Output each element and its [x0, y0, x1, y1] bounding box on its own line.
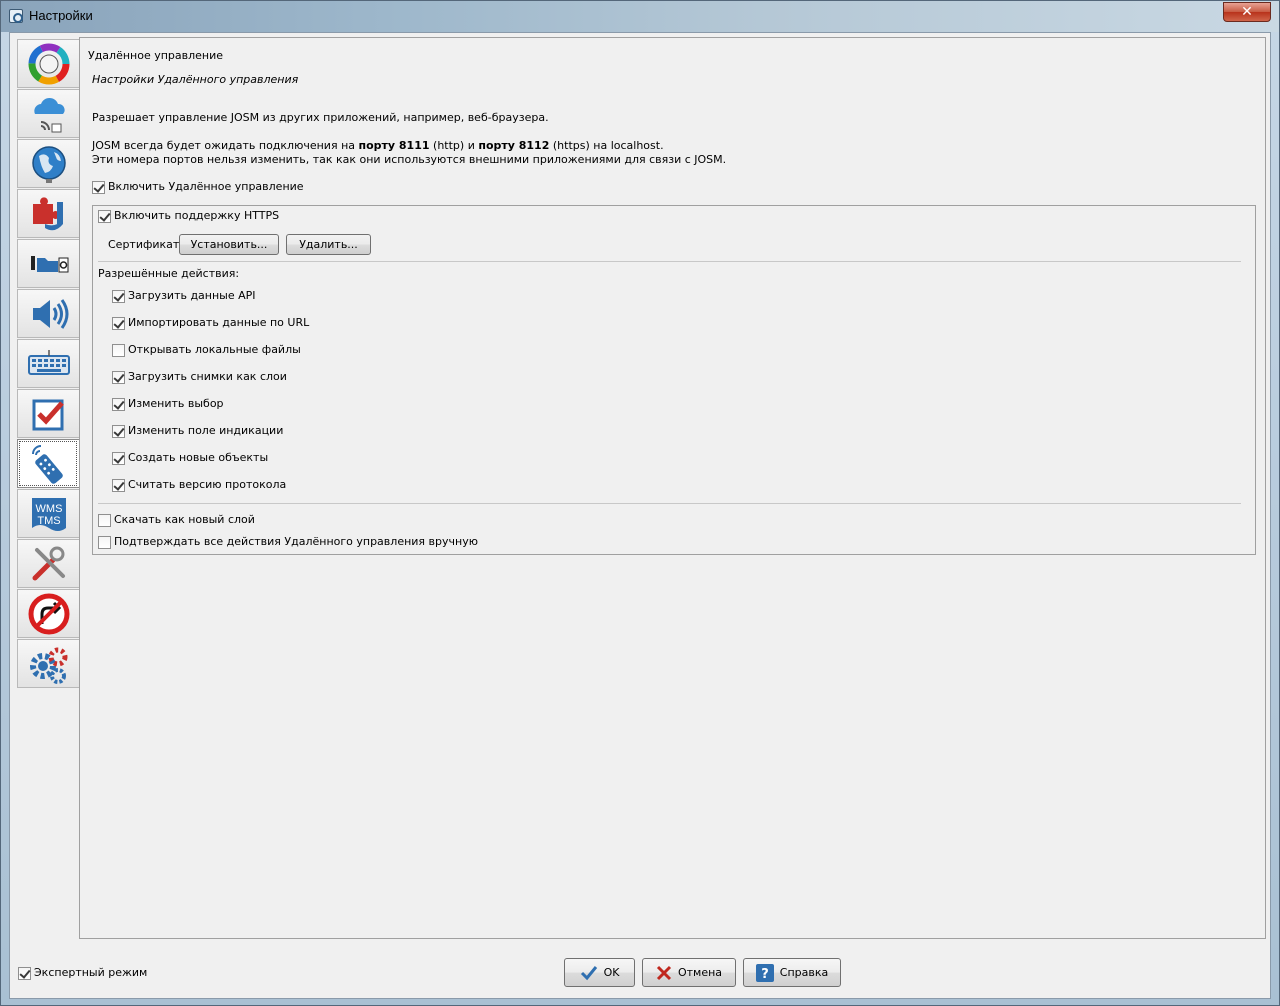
enable-https-label[interactable]: Включить поддержку HTTPS [114, 209, 279, 222]
perm-change-viewport-label[interactable]: Изменить поле индикации [128, 424, 283, 437]
tab-shortcuts[interactable] [17, 339, 79, 388]
tab-plugins[interactable] [17, 189, 79, 238]
perm-load-api-checkbox[interactable] [112, 290, 125, 303]
tab-turn-restrictions[interactable] [17, 589, 79, 638]
remote-control-panel: Удалённое управление Настройки Удалённог… [79, 37, 1266, 939]
cloud-connection-icon [33, 97, 65, 132]
perm-load-api-label[interactable]: Загрузить данные API [128, 289, 256, 302]
tab-audio[interactable] [17, 289, 79, 338]
perm-import-url-label[interactable]: Импортировать данные по URL [128, 316, 309, 329]
remote-control-icon [31, 444, 63, 484]
perm-open-local-label[interactable]: Открывать локальные файлы [128, 343, 301, 356]
tab-display-settings[interactable] [17, 39, 79, 88]
check-icon [580, 965, 597, 980]
perm-read-protocol-label[interactable]: Считать версию протокола [128, 478, 286, 491]
perm-load-imagery-checkbox[interactable] [112, 371, 125, 384]
enable-https-checkbox[interactable] [98, 210, 111, 223]
perm-change-selection-label[interactable]: Изменить выбор [128, 397, 224, 410]
perm-open-local-checkbox[interactable] [112, 344, 125, 357]
tab-server-settings[interactable] [17, 89, 79, 138]
speaker-icon [32, 298, 68, 329]
cancel-x-icon [656, 965, 672, 980]
window-title: Настройки [29, 8, 93, 23]
enable-remote-label[interactable]: Включить Удалённое управление [108, 180, 304, 193]
ports-text-1: JOSM всегда будет ожидать подключения на [92, 139, 359, 152]
tms-label: TMS [37, 515, 60, 527]
perm-create-objects-label[interactable]: Создать новые объекты [128, 451, 268, 464]
preferences-window: Настройки ✕ WMS TMS Удалённое управление… [0, 0, 1280, 1006]
port-https: порту 8112 [478, 139, 550, 152]
tools-icon [32, 546, 65, 580]
tab-projection-settings[interactable] [17, 139, 79, 188]
description-text: Разрешает управление JOSM из других прил… [92, 111, 549, 124]
ports-info-line1: JOSM всегда будет ожидать подключения на… [92, 139, 664, 152]
perm-create-objects-checkbox[interactable] [112, 452, 125, 465]
preferences-sidebar: WMS TMS [17, 39, 79, 695]
svg-text:?: ? [761, 967, 769, 982]
separator-top [98, 261, 1241, 262]
ports-info-line2: Эти номера портов нельзя изменить, так к… [92, 153, 727, 166]
tab-advanced[interactable] [17, 539, 79, 588]
keyboard-icon [27, 349, 70, 375]
dialog-client: WMS TMS Удалённое управление Настройки У… [9, 32, 1271, 999]
no-turn-icon [28, 593, 69, 634]
cancel-button[interactable]: Отмена [642, 958, 736, 987]
certificate-label: Сертификат: [108, 238, 184, 251]
permitted-actions-label: Разрешённые действия: [98, 267, 240, 280]
josm-app-icon [9, 9, 23, 23]
help-label: Справка [779, 966, 829, 979]
help-button[interactable]: ? Справка [743, 958, 841, 987]
title-bar[interactable]: Настройки ✕ [1, 1, 1279, 32]
color-wheel-icon [28, 43, 69, 84]
ports-text-2: (http) и [429, 139, 479, 152]
perm-load-imagery-label[interactable]: Загрузить снимки как слои [128, 370, 287, 383]
remove-certificate-button[interactable]: Удалить... [286, 234, 371, 255]
perm-change-viewport-checkbox[interactable] [112, 425, 125, 438]
tab-imagery[interactable]: WMS TMS [17, 489, 79, 538]
tab-presets[interactable] [17, 239, 79, 288]
perm-import-url-checkbox[interactable] [112, 317, 125, 330]
plugin-icon [32, 196, 63, 230]
ok-label: OK [603, 966, 620, 979]
help-icon: ? [755, 963, 774, 982]
checkbox-icon [32, 399, 64, 430]
install-certificate-button[interactable]: Установить... [179, 234, 279, 255]
gears-icon [29, 647, 67, 684]
ok-button[interactable]: OK [564, 958, 635, 987]
perm-read-protocol-checkbox[interactable] [112, 479, 125, 492]
download-new-layer-label[interactable]: Скачать как новый слой [114, 513, 255, 526]
globe-icon [31, 145, 66, 183]
separator-bottom [98, 503, 1241, 504]
wms-tms-icon: WMS TMS [31, 497, 66, 531]
wms-label: WMS [35, 503, 62, 515]
enable-remote-checkbox[interactable] [92, 181, 105, 194]
port-http: порту 8111 [358, 139, 430, 152]
perm-change-selection-checkbox[interactable] [112, 398, 125, 411]
tab-remote-control[interactable] [17, 439, 79, 488]
panel-subtitle: Настройки Удалённого управления [92, 73, 299, 86]
tab-validator[interactable] [17, 389, 79, 438]
close-button[interactable]: ✕ [1223, 2, 1271, 22]
confirm-all-label[interactable]: Подтверждать все действия Удалённого упр… [114, 535, 478, 548]
tab-advanced-preferences[interactable] [17, 639, 79, 688]
confirm-all-checkbox[interactable] [98, 536, 111, 549]
remote-options-group: Включить поддержку HTTPS Сертификат: Уст… [92, 205, 1256, 555]
cancel-label: Отмена [677, 966, 723, 979]
panel-title: Удалённое управление [88, 49, 224, 62]
ports-text-3: (https) на localhost. [549, 139, 664, 152]
expert-mode-checkbox[interactable] [18, 967, 31, 980]
folder-icon [30, 255, 68, 272]
expert-mode-label[interactable]: Экспертный режим [34, 966, 147, 979]
download-new-layer-checkbox[interactable] [98, 514, 111, 527]
